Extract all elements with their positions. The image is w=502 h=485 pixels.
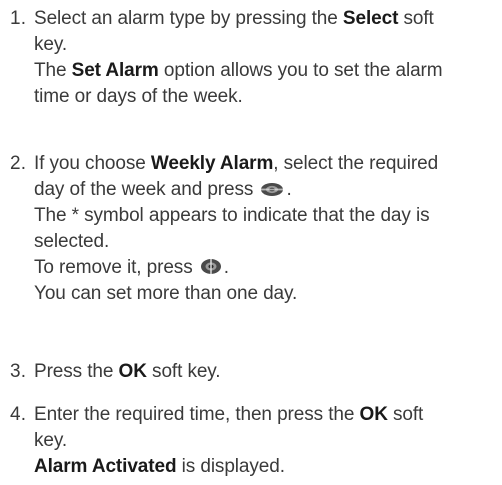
- step-text: If you choose Weekly Alarm, select the r…: [34, 151, 500, 307]
- navigation-key-icon: [200, 258, 222, 275]
- step-line: The Set Alarm option allows you to set t…: [34, 60, 443, 81]
- step-line: You can set more than one day.: [34, 283, 298, 304]
- step-text: Press the OK soft key.: [34, 359, 500, 385]
- step-text: Select an alarm type by pressing the Sel…: [34, 6, 500, 110]
- alarm-activated-label: Alarm Activated: [34, 456, 177, 477]
- step-number: 4.: [10, 404, 27, 425]
- step-line: key.: [34, 430, 68, 451]
- step-line: day of the week and press .: [34, 179, 292, 200]
- step-line: Alarm Activated is displayed.: [34, 456, 285, 477]
- step-text: Enter the required time, then press the …: [34, 402, 500, 480]
- step-line: key.: [34, 34, 68, 55]
- step-number: 1.: [10, 8, 27, 29]
- ok-key-label: OK: [359, 404, 388, 425]
- step-number: 3.: [10, 361, 27, 382]
- navigation-key-icon: [260, 182, 284, 197]
- ok-key-label: OK: [118, 361, 147, 382]
- step-line: time or days of the week.: [34, 86, 243, 107]
- select-key-label: Select: [342, 8, 399, 29]
- step-line: Press the OK soft key.: [34, 361, 221, 382]
- step-line: Select an alarm type by pressing the Sel…: [34, 8, 434, 29]
- step-line: selected.: [34, 231, 110, 252]
- step-line: Enter the required time, then press the …: [34, 404, 424, 425]
- weekly-alarm-label: Weekly Alarm: [150, 153, 274, 174]
- step-line: To remove it, press .: [34, 257, 229, 278]
- step-line: If you choose Weekly Alarm, select the r…: [34, 153, 439, 174]
- step-number: 2.: [10, 153, 27, 174]
- set-alarm-label: Set Alarm: [71, 60, 159, 81]
- step-line: The * symbol appears to indicate that th…: [34, 205, 430, 226]
